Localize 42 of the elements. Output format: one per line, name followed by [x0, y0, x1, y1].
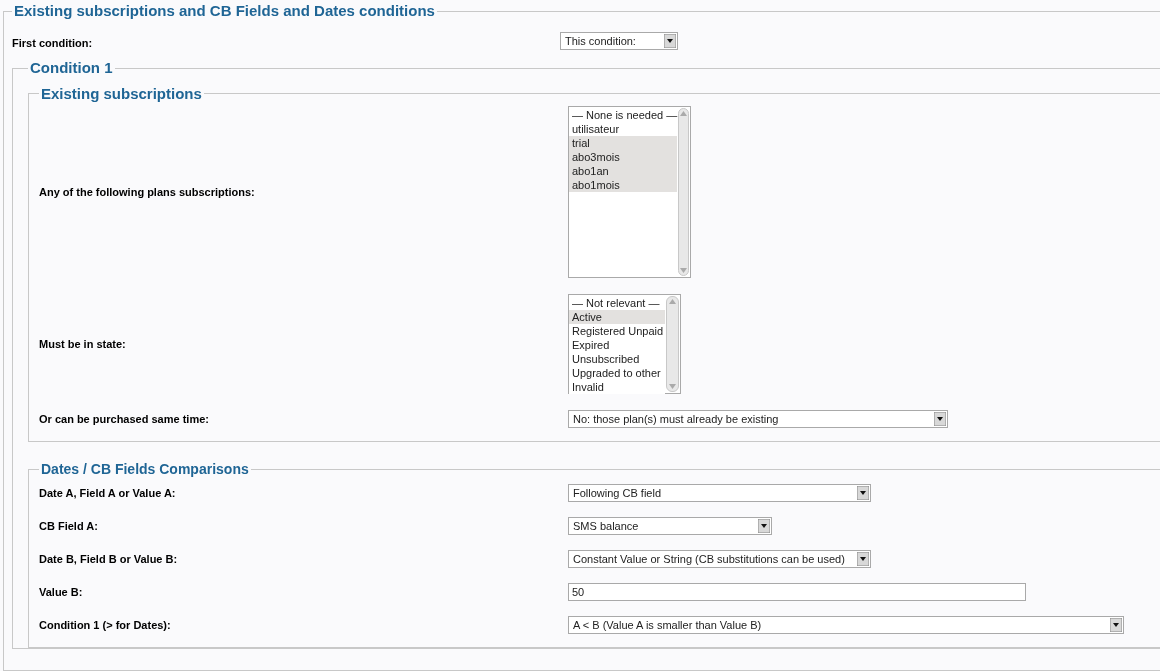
field-label: Any of the following plans subscriptions: — [39, 184, 256, 200]
section-legend: Dates / CB Fields Comparisons — [39, 459, 251, 480]
list-option[interactable]: abo1an — [569, 164, 678, 178]
section-legend: Existing subscriptions and CB Fields and Dates conditions — [12, 0, 437, 23]
dropdown-select[interactable]: No: those plan(s) must already be existing — [568, 410, 948, 428]
list-option[interactable]: trial — [569, 136, 678, 150]
field-label: Condition 1 (> for Dates): — [39, 617, 172, 633]
field-label: Date B, Field B or Value B: — [39, 551, 179, 567]
section-legend: Existing subscriptions — [39, 82, 204, 105]
scrollbar[interactable] — [666, 296, 679, 392]
scroll-up-icon — [669, 299, 676, 304]
field-label: First condition: — [12, 35, 94, 51]
list-option[interactable]: abo3mois — [569, 150, 678, 164]
list-option[interactable]: Registered Unpaid — [569, 324, 665, 338]
list-option[interactable]: Active — [569, 310, 665, 324]
field-label: Date A, Field A or Value A: — [39, 485, 177, 501]
field-label: Or can be purchased same time: — [39, 411, 210, 427]
dropdown-arrow-icon — [857, 552, 869, 566]
list-option[interactable]: abo1mois — [569, 178, 678, 192]
dropdown-select[interactable]: SMS balance — [568, 517, 772, 535]
scroll-down-icon — [680, 268, 688, 273]
dropdown-arrow-icon — [758, 519, 770, 533]
list-option[interactable]: Invalid — [569, 380, 665, 394]
dropdown-arrow-icon — [664, 33, 676, 48]
dropdown-arrow-icon — [1110, 618, 1122, 632]
dropdown-select[interactable]: Constant Value or String (CB substitutions can be used) — [568, 550, 871, 568]
dropdown-select[interactable]: This condition: — [560, 31, 678, 50]
listbox[interactable]: — None is needed — utilisateur trial abo3mois abo1an abo1mois — [568, 106, 691, 278]
field-label: CB Field A: — [39, 518, 99, 534]
list-option[interactable]: — None is needed — — [569, 108, 678, 122]
dropdown-select[interactable]: A < B (Value A is smaller than Value B) — [568, 616, 1124, 634]
section-legend: Condition 1 — [28, 57, 115, 80]
scroll-up-icon — [680, 111, 688, 116]
dropdown-select[interactable]: Following CB field — [568, 484, 871, 502]
field-label: Must be in state: — [39, 336, 127, 352]
scroll-down-icon — [669, 384, 676, 389]
listbox[interactable]: — Not relevant — Active Registered Unpaid Expired Unsubscribed Upgraded to other Invalid — [568, 294, 681, 394]
value-input[interactable]: 50 — [568, 583, 1026, 601]
scrollbar[interactable] — [678, 108, 689, 276]
field-label: Value B: — [39, 584, 84, 600]
dropdown-arrow-icon — [857, 486, 869, 500]
dropdown-arrow-icon — [934, 412, 946, 426]
